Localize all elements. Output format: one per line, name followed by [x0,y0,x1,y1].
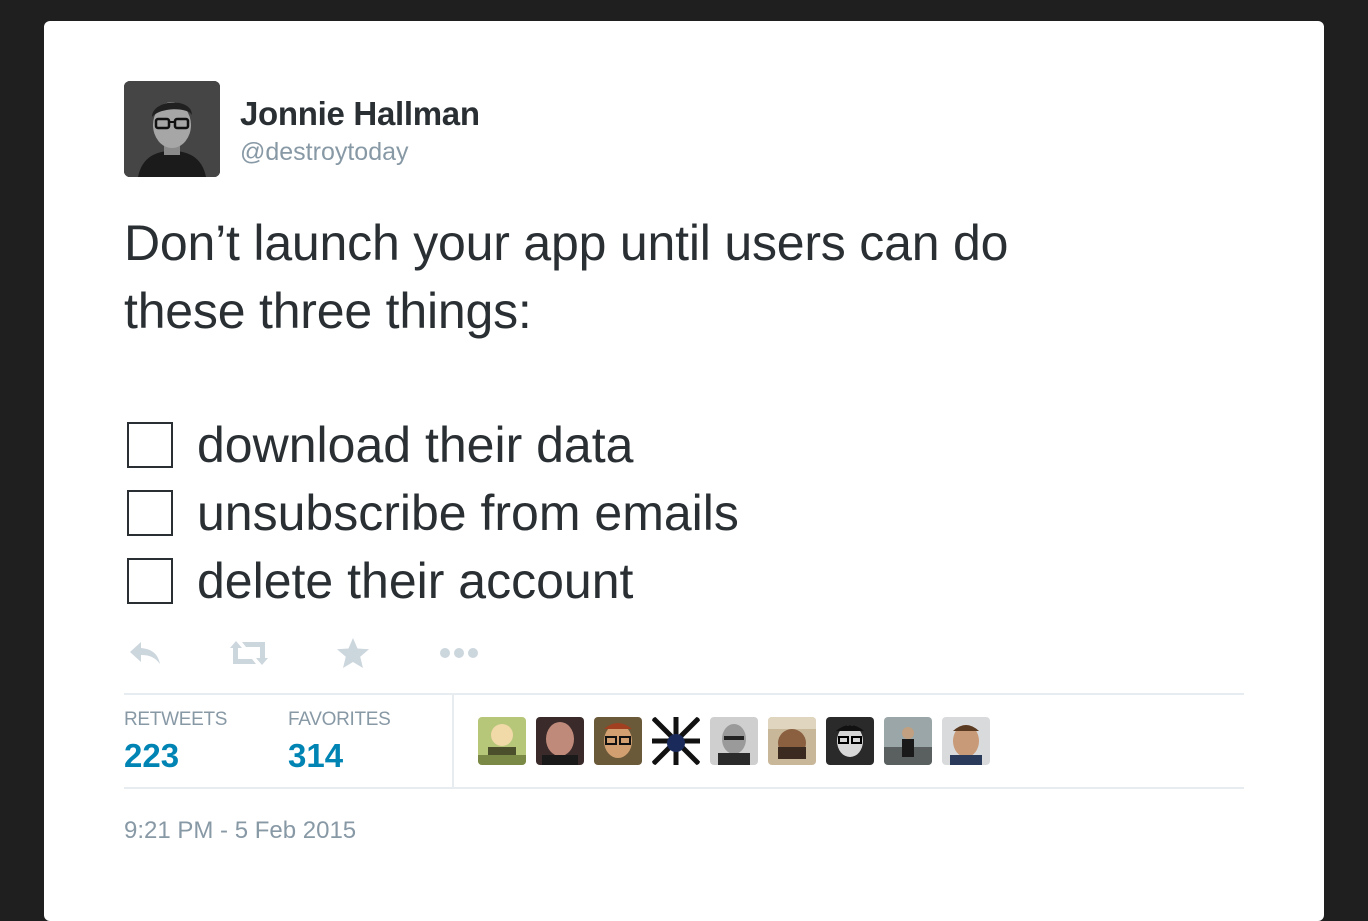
favoriter-avatar[interactable] [942,717,990,765]
more-button[interactable] [438,635,480,671]
author-name[interactable]: Jonnie Hallman [240,95,480,133]
checklist-item-label: download their data [197,417,634,473]
favoriter-avatar[interactable] [536,717,584,765]
favorites-label: FAVORITES [288,709,391,730]
favoriter-avatar[interactable] [768,717,816,765]
author-avatar[interactable] [124,81,220,177]
checklist-item-label: delete their account [197,553,634,609]
retweet-button[interactable] [228,635,270,671]
divider [124,787,1244,789]
favorites-count: 314 [288,737,344,774]
star-icon [337,638,369,668]
tweet-text: Don’t launch your app until users can do… [124,209,1224,345]
checkbox-icon [127,490,173,536]
checkbox-icon [127,422,173,468]
checkbox-icon [127,558,173,604]
favoriter-avatar[interactable] [594,717,642,765]
tweet-timestamp[interactable]: 9:21 PM - 5 Feb 2015 [124,817,356,845]
tweet-card: Jonnie Hallman @destroytoday Don’t launc… [44,21,1324,921]
favoriter-avatar[interactable] [652,717,700,765]
retweets-count: 223 [124,737,180,774]
checklist-item-label: unsubscribe from emails [197,485,739,541]
stats-divider [452,695,454,787]
reply-button[interactable] [128,635,162,671]
reply-icon [130,642,160,664]
retweets-stat[interactable]: RETWEETS 223 [124,709,227,775]
favorites-stat[interactable]: FAVORITES 314 [288,709,391,775]
retweet-icon [230,641,268,665]
tweet-stats: RETWEETS 223 FAVORITES 314 [124,695,1244,787]
retweets-label: RETWEETS [124,709,228,730]
author-handle[interactable]: @destroytoday [240,138,409,167]
favoriter-avatar[interactable] [478,717,526,765]
favoriter-avatar[interactable] [826,717,874,765]
favoriter-avatar[interactable] [710,717,758,765]
tweet-text-line: these three things: [124,283,532,339]
more-icon [440,648,478,658]
favoriter-avatar[interactable] [884,717,932,765]
favorite-button[interactable] [336,635,370,671]
tweet-text-line: Don’t launch your app until users can do [124,215,1009,271]
